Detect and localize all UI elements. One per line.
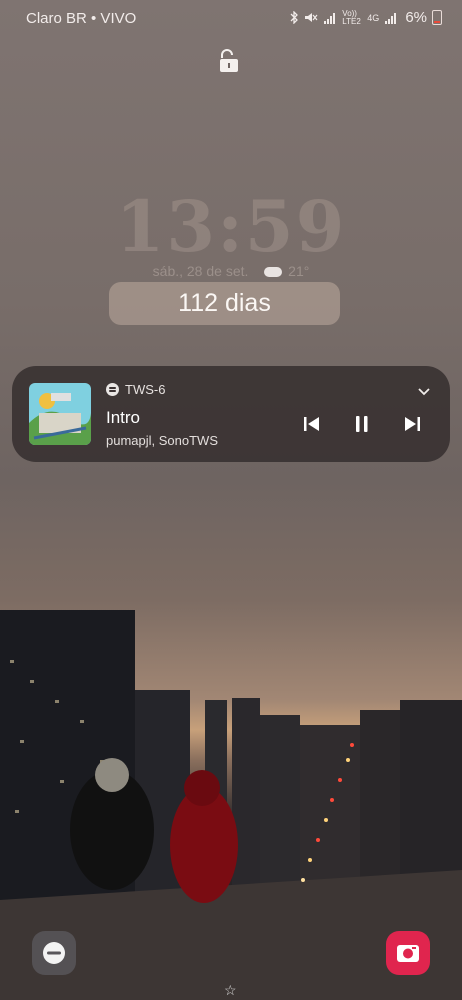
status-icons: Vo)) LTE2 4G 6% <box>289 9 442 26</box>
signal-icon <box>324 12 336 24</box>
date-label: sáb., 28 de set. <box>152 263 249 279</box>
lock-clock: 13:59 <box>115 185 347 268</box>
unlock-icon[interactable] <box>216 48 242 74</box>
page-indicator-star: ☆ <box>224 982 237 998</box>
date-weather-row: sáb., 28 de set. 21° <box>0 263 462 279</box>
camera-icon <box>397 945 419 962</box>
track-title: Intro <box>106 408 141 427</box>
media-app-row: TWS-6 <box>106 382 165 397</box>
media-app-name: TWS-6 <box>125 382 166 397</box>
next-icon[interactable] <box>400 412 424 436</box>
status-bar: Claro BR • VIVO Vo)) LTE2 4G 6% <box>0 0 462 38</box>
carrier-label: Claro BR • VIVO <box>26 10 137 27</box>
weather: 21° <box>264 263 309 279</box>
network-type-label: 4G <box>367 12 380 23</box>
mute-icon <box>305 13 318 22</box>
spotify-icon <box>106 383 119 396</box>
chevron-down-icon[interactable] <box>416 384 432 398</box>
battery-percent: 6% <box>405 9 427 26</box>
volte-label: Vo)) LTE2 <box>342 8 361 26</box>
do-not-disturb-button[interactable] <box>32 931 76 975</box>
previous-icon[interactable] <box>300 412 324 436</box>
album-art[interactable] <box>29 383 91 445</box>
bluetooth-icon <box>290 11 299 24</box>
camera-button[interactable] <box>386 931 430 975</box>
pause-icon[interactable] <box>350 412 374 436</box>
temperature-label: 21° <box>288 263 310 279</box>
wallpaper <box>0 0 462 1000</box>
day-counter-widget[interactable]: 112 dias <box>109 282 340 325</box>
do-not-disturb-icon <box>43 942 65 964</box>
media-player-card[interactable]: TWS-6 Intro pumapjl, SonoTWS <box>12 366 450 462</box>
cloud-icon <box>264 267 283 278</box>
battery-icon <box>432 10 442 25</box>
track-artist: pumapjl, SonoTWS <box>106 433 218 448</box>
signal-icon <box>385 12 397 24</box>
